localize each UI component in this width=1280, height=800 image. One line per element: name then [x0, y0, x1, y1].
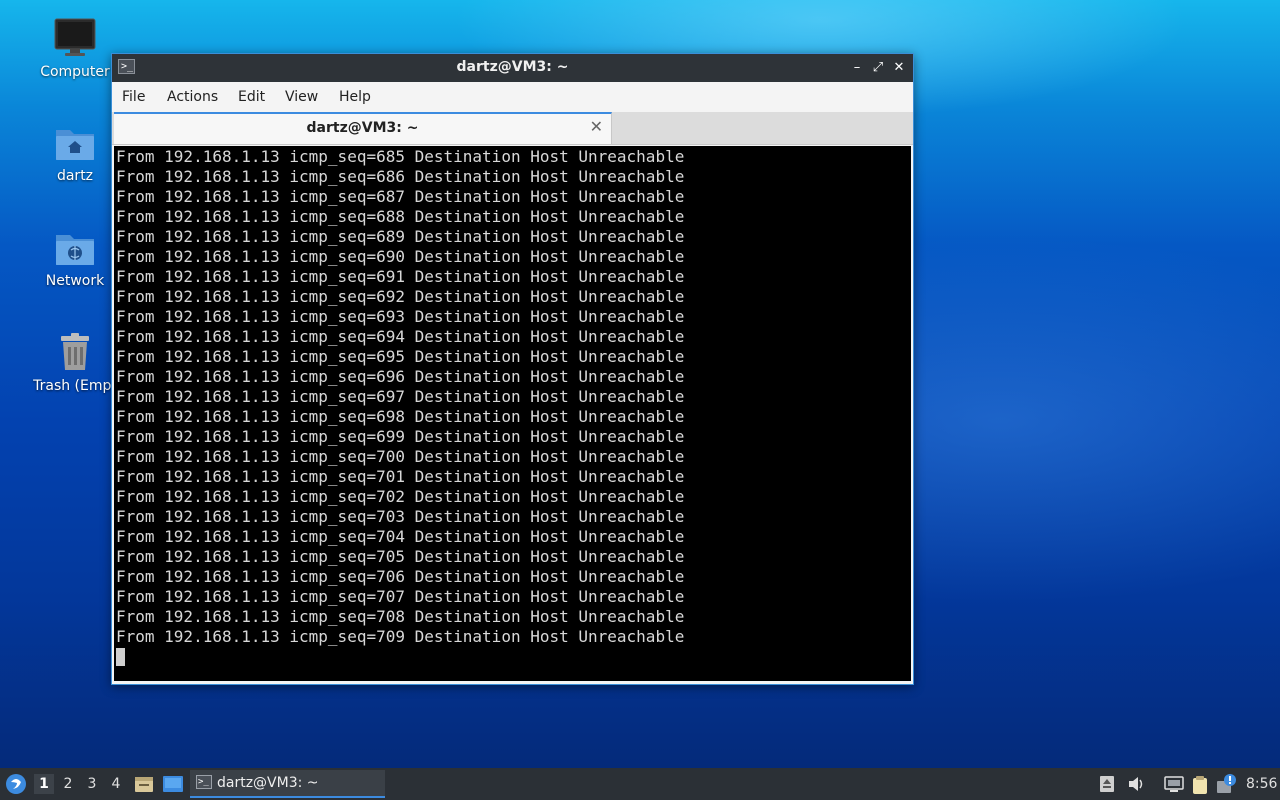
tab-terminal[interactable]: dartz@VM3: ~ ✕	[114, 112, 612, 144]
workspace-3[interactable]: 3	[82, 774, 102, 794]
terminal-line: From 192.168.1.13 icmp_seq=705 Destinati…	[116, 547, 685, 566]
terminal-line: From 192.168.1.13 icmp_seq=698 Destinati…	[116, 407, 685, 426]
taskbar: 1 2 3 4 >_ dartz@VM3: ~ 8:56	[0, 768, 1280, 800]
terminal-line: From 192.168.1.13 icmp_seq=691 Destinati…	[116, 267, 685, 286]
terminal-line: From 192.168.1.13 icmp_seq=702 Destinati…	[116, 487, 685, 506]
menu-help[interactable]: Help	[339, 89, 371, 105]
terminal-line: From 192.168.1.13 icmp_seq=700 Destinati…	[116, 447, 685, 466]
terminal-line: From 192.168.1.13 icmp_seq=693 Destinati…	[116, 307, 685, 326]
terminal-line: From 192.168.1.13 icmp_seq=694 Destinati…	[116, 327, 685, 346]
tab-bar: dartz@VM3: ~ ✕	[112, 112, 913, 145]
desktop: Computer dartz Network Trash (Empt >_ da…	[0, 0, 1280, 768]
eject-icon[interactable]	[1099, 775, 1115, 793]
terminal-line: From 192.168.1.13 icmp_seq=685 Destinati…	[116, 147, 685, 166]
minimize-button[interactable]: –	[847, 58, 867, 78]
maximize-button[interactable]: ⤢	[868, 58, 888, 78]
terminal-line: From 192.168.1.13 icmp_seq=703 Destinati…	[116, 507, 685, 526]
terminal-line: From 192.168.1.13 icmp_seq=708 Destinati…	[116, 607, 685, 626]
menu-view[interactable]: View	[285, 89, 318, 105]
task-label: dartz@VM3: ~	[217, 775, 319, 791]
tab-label: dartz@VM3: ~	[306, 120, 419, 136]
terminal-window: >_ dartz@VM3: ~ – ⤢ ✕ File Actions Edit …	[111, 53, 914, 685]
window-title: dartz@VM3: ~	[456, 59, 569, 75]
close-button[interactable]: ✕	[889, 58, 909, 78]
terminal-cursor	[116, 648, 125, 666]
start-menu-icon[interactable]	[5, 773, 27, 795]
taskbar-task-terminal[interactable]: >_ dartz@VM3: ~	[190, 770, 385, 798]
trash-icon	[61, 333, 89, 370]
file-manager-launcher-icon[interactable]	[134, 774, 154, 794]
volume-icon[interactable]	[1127, 775, 1145, 793]
terminal-line: From 192.168.1.13 icmp_seq=706 Destinati…	[116, 567, 685, 586]
menu-bar: File Actions Edit View Help	[112, 82, 913, 112]
terminal-line: From 192.168.1.13 icmp_seq=704 Destinati…	[116, 527, 685, 546]
terminal-line: From 192.168.1.13 icmp_seq=697 Destinati…	[116, 387, 685, 406]
terminal-line: From 192.168.1.13 icmp_seq=699 Destinati…	[116, 427, 685, 446]
menu-file[interactable]: File	[122, 89, 145, 105]
terminal-output[interactable]: From 192.168.1.13 icmp_seq=685 Destinati…	[114, 146, 911, 681]
terminal-task-icon: >_	[196, 775, 212, 789]
terminal-line: From 192.168.1.13 icmp_seq=688 Destinati…	[116, 207, 685, 226]
notification-icon[interactable]	[1216, 773, 1238, 795]
show-desktop-icon[interactable]	[162, 774, 184, 794]
monitor-icon	[54, 18, 96, 56]
workspace-4[interactable]: 4	[106, 774, 126, 794]
network-status-icon[interactable]	[1164, 775, 1184, 793]
home-folder-icon	[56, 130, 94, 160]
terminal-line: From 192.168.1.13 icmp_seq=686 Destinati…	[116, 167, 685, 186]
terminal-line: From 192.168.1.13 icmp_seq=687 Destinati…	[116, 187, 685, 206]
window-titlebar[interactable]: >_ dartz@VM3: ~ – ⤢ ✕	[112, 54, 913, 82]
network-folder-icon	[56, 235, 94, 265]
terminal-line: From 192.168.1.13 icmp_seq=709 Destinati…	[116, 627, 685, 646]
menu-edit[interactable]: Edit	[238, 89, 265, 105]
workspace-1[interactable]: 1	[34, 774, 54, 794]
terminal-lines: From 192.168.1.13 icmp_seq=685 Destinati…	[116, 147, 684, 647]
workspace-2[interactable]: 2	[58, 774, 78, 794]
terminal-line: From 192.168.1.13 icmp_seq=707 Destinati…	[116, 587, 685, 606]
menu-actions[interactable]: Actions	[167, 89, 218, 105]
clock[interactable]: 8:56	[1246, 776, 1277, 792]
terminal-line: From 192.168.1.13 icmp_seq=690 Destinati…	[116, 247, 685, 266]
terminal-line: From 192.168.1.13 icmp_seq=701 Destinati…	[116, 467, 685, 486]
clipboard-icon[interactable]	[1191, 775, 1209, 795]
terminal-line: From 192.168.1.13 icmp_seq=692 Destinati…	[116, 287, 685, 306]
terminal-line: From 192.168.1.13 icmp_seq=696 Destinati…	[116, 367, 685, 386]
terminal-line: From 192.168.1.13 icmp_seq=689 Destinati…	[116, 227, 685, 246]
terminal-line: From 192.168.1.13 icmp_seq=695 Destinati…	[116, 347, 685, 366]
tab-close-icon[interactable]: ✕	[590, 117, 603, 136]
